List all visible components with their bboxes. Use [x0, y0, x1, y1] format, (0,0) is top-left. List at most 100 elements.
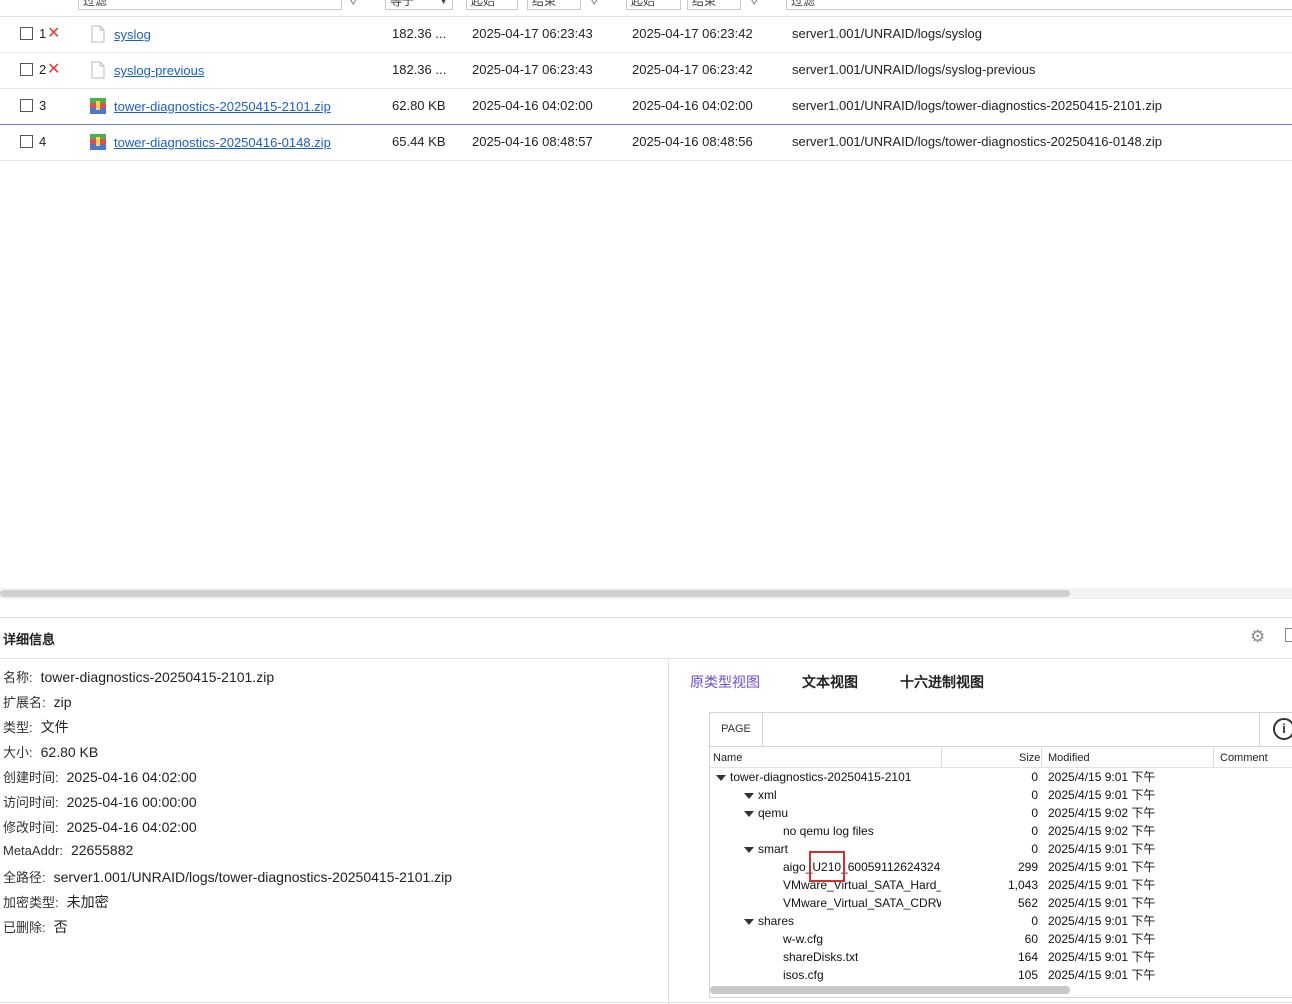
- row-number: 1: [39, 26, 47, 41]
- tree-item[interactable]: tower-diagnostics-20250415-2101 0 2025/4/1…: [710, 768, 1292, 786]
- tree-item[interactable]: shares 0 2025/4/15 9:01 下午: [710, 912, 1292, 930]
- tree-item-size: 60: [1024, 932, 1038, 946]
- file-size: 62.80 KB: [392, 98, 446, 113]
- blank-file-icon: [90, 61, 106, 79]
- zip-archive-icon: [90, 133, 106, 151]
- file-name-link[interactable]: syslog: [114, 16, 151, 54]
- tree-toolbar: [709, 712, 1292, 747]
- tab-native-view[interactable]: 原类型视图: [690, 672, 760, 692]
- tree-item-size: 164: [1017, 950, 1038, 964]
- file-name-link[interactable]: tower-diagnostics-20250416-0148.zip: [114, 124, 331, 162]
- name-filter-funnel-icon[interactable]: ⛛: [349, 0, 359, 8]
- name-filter-input[interactable]: 过滤: [78, 0, 342, 10]
- tree-item[interactable]: w-w.cfg 60 2025/4/15 9:01 下午: [710, 930, 1292, 948]
- column-header-modified[interactable]: Modified: [1048, 750, 1090, 766]
- file-path: server1.001/UNRAID/logs/tower-diagnostic…: [792, 134, 1162, 149]
- file-size: 182.36 ...: [392, 62, 447, 77]
- tab-text-view[interactable]: 文本视图: [802, 672, 858, 692]
- modified-end-input[interactable]: 结束: [527, 0, 581, 10]
- filter-bar: 过滤 ⛛ 等于 ▼ 起始 结束 ⛛ 起始 结束 ⛛ 过滤: [0, 0, 1292, 17]
- detail-property: 类型: 文件: [3, 717, 69, 737]
- modified-time: 2025-04-17 06:23:43: [472, 62, 593, 77]
- table-row[interactable]: 4 tower-diagnostics-20250416-0148.zip 65.4…: [0, 124, 1292, 161]
- details-title: 详细信息: [3, 632, 56, 647]
- modified-start-input[interactable]: 起始: [466, 0, 518, 10]
- detail-property: 修改时间: 2025-04-16 04:02:00: [3, 817, 197, 836]
- file-path: server1.001/UNRAID/logs/syslog-previous: [792, 62, 1036, 77]
- table-row[interactable]: 2 ✕ syslog-previous 182.36 ... 2025-04-17 06…: [0, 52, 1292, 89]
- property-value: zip: [53, 694, 72, 710]
- property-label: 全路径:: [3, 870, 46, 885]
- size-operator-value: 等于: [390, 0, 415, 8]
- modified-filter-funnel-icon[interactable]: ⛛: [590, 0, 600, 8]
- panel-toggle-icon[interactable]: [1285, 628, 1292, 642]
- table-row[interactable]: 1 ✕ syslog 182.36 ... 2025-04-17 06:23:43 202…: [0, 16, 1292, 53]
- row-checkbox[interactable]: [20, 135, 33, 148]
- tree-item-size: 299: [1017, 860, 1038, 874]
- property-label: 扩展名:: [3, 695, 46, 710]
- tree-item-modified: 2025/4/15 9:01 下午: [1048, 968, 1156, 982]
- detail-property: 访问时间: 2025-04-16 00:00:00: [3, 792, 197, 811]
- tree-item[interactable]: xml 0 2025/4/15 9:01 下午: [710, 786, 1292, 804]
- tree-item-modified: 2025/4/15 9:01 下午: [1048, 896, 1156, 910]
- tree-item[interactable]: VMware_Virtual_SATA_CDRW 562 2025/4/15 9:0…: [710, 894, 1292, 912]
- file-name-link[interactable]: syslog-previous: [114, 52, 204, 90]
- path-filter-input[interactable]: 过滤: [786, 0, 1292, 10]
- tree-item-modified: 2025/4/15 9:02 下午: [1048, 824, 1156, 838]
- row-checkbox[interactable]: [20, 27, 33, 40]
- highlight-box: [809, 851, 845, 882]
- column-header-name[interactable]: Name: [713, 750, 742, 766]
- tree-item-size: 0: [1031, 806, 1038, 820]
- tree-item-size: 0: [1031, 770, 1038, 784]
- chevron-down-icon: ▼: [439, 0, 448, 6]
- modified-time: 2025-04-17 06:23:43: [472, 26, 593, 41]
- column-header-size[interactable]: Size: [1019, 750, 1040, 766]
- tree-item[interactable]: VMware_Virtual_SATA_Hard_I 1,043 2025/4/15…: [710, 876, 1292, 894]
- panel-divider[interactable]: [668, 658, 669, 1004]
- page-button[interactable]: PAGE: [710, 713, 763, 746]
- column-divider[interactable]: [941, 748, 942, 767]
- table-row[interactable]: 3 tower-diagnostics-20250415-2101.zip 62.8…: [0, 88, 1292, 125]
- tree-item-modified: 2025/4/15 9:02 下午: [1048, 806, 1156, 820]
- tree-item[interactable]: smart 0 2025/4/15 9:01 下午: [710, 840, 1292, 858]
- tree-item-size: 0: [1031, 914, 1038, 928]
- row-checkbox[interactable]: [20, 63, 33, 76]
- details-header: [0, 617, 1292, 659]
- tree-item[interactable]: isos.cfg 105 2025/4/15 9:01 下午: [710, 966, 1292, 984]
- property-label: 类型:: [3, 720, 33, 735]
- info-icon[interactable]: i: [1273, 718, 1292, 740]
- accessed-filter-funnel-icon[interactable]: ⛛: [750, 0, 760, 8]
- modified-time: 2025-04-16 08:48:57: [472, 134, 593, 149]
- column-divider[interactable]: [1213, 748, 1214, 767]
- tree-item[interactable]: no qemu log files 0 2025/4/15 9:02 下午: [710, 822, 1292, 840]
- tree-item[interactable]: shareDisks.txt 164 2025/4/15 9:01 下午: [710, 948, 1292, 966]
- accessed-time: 2025-04-17 06:23:42: [632, 26, 753, 41]
- property-value: 22655882: [70, 842, 134, 858]
- tree-scrollbar[interactable]: [710, 986, 1070, 994]
- tree-item[interactable]: qemu 0 2025/4/15 9:02 下午: [710, 804, 1292, 822]
- accessed-time: 2025-04-16 08:48:56: [632, 134, 753, 149]
- accessed-end-input[interactable]: 结束: [687, 0, 741, 10]
- property-value: tower-diagnostics-20250415-2101.zip: [40, 669, 275, 685]
- property-value: 62.80 KB: [40, 744, 99, 760]
- column-divider[interactable]: [1041, 748, 1042, 767]
- column-header-comment[interactable]: Comment: [1220, 750, 1268, 766]
- accessed-start-input[interactable]: 起始: [626, 0, 681, 10]
- table-scrollbar[interactable]: [0, 590, 1070, 597]
- tab-hex-view[interactable]: 十六进制视图: [900, 672, 984, 692]
- bottom-border: [0, 1002, 1292, 1003]
- size-operator-select[interactable]: 等于 ▼: [385, 0, 453, 10]
- tree-item[interactable]: aigo_U210_600591126243247 299 2025/4/15 9:…: [710, 858, 1292, 876]
- file-name-link[interactable]: tower-diagnostics-20250415-2101.zip: [114, 88, 331, 126]
- tree-item-size: 0: [1031, 788, 1038, 802]
- accessed-time: 2025-04-16 04:02:00: [632, 98, 753, 113]
- property-value: 2025-04-16 00:00:00: [66, 794, 197, 810]
- tree-item-size: 0: [1031, 842, 1038, 856]
- row-checkbox[interactable]: [20, 99, 33, 112]
- row-number: 4: [39, 134, 47, 149]
- tree-item-size: 0: [1031, 824, 1038, 838]
- property-label: MetaAddr:: [3, 843, 63, 858]
- property-value: server1.001/UNRAID/logs/tower-diagnostic…: [53, 869, 453, 885]
- gear-icon[interactable]: ⚙: [1250, 627, 1265, 647]
- detail-property: 已删除: 否: [3, 917, 68, 937]
